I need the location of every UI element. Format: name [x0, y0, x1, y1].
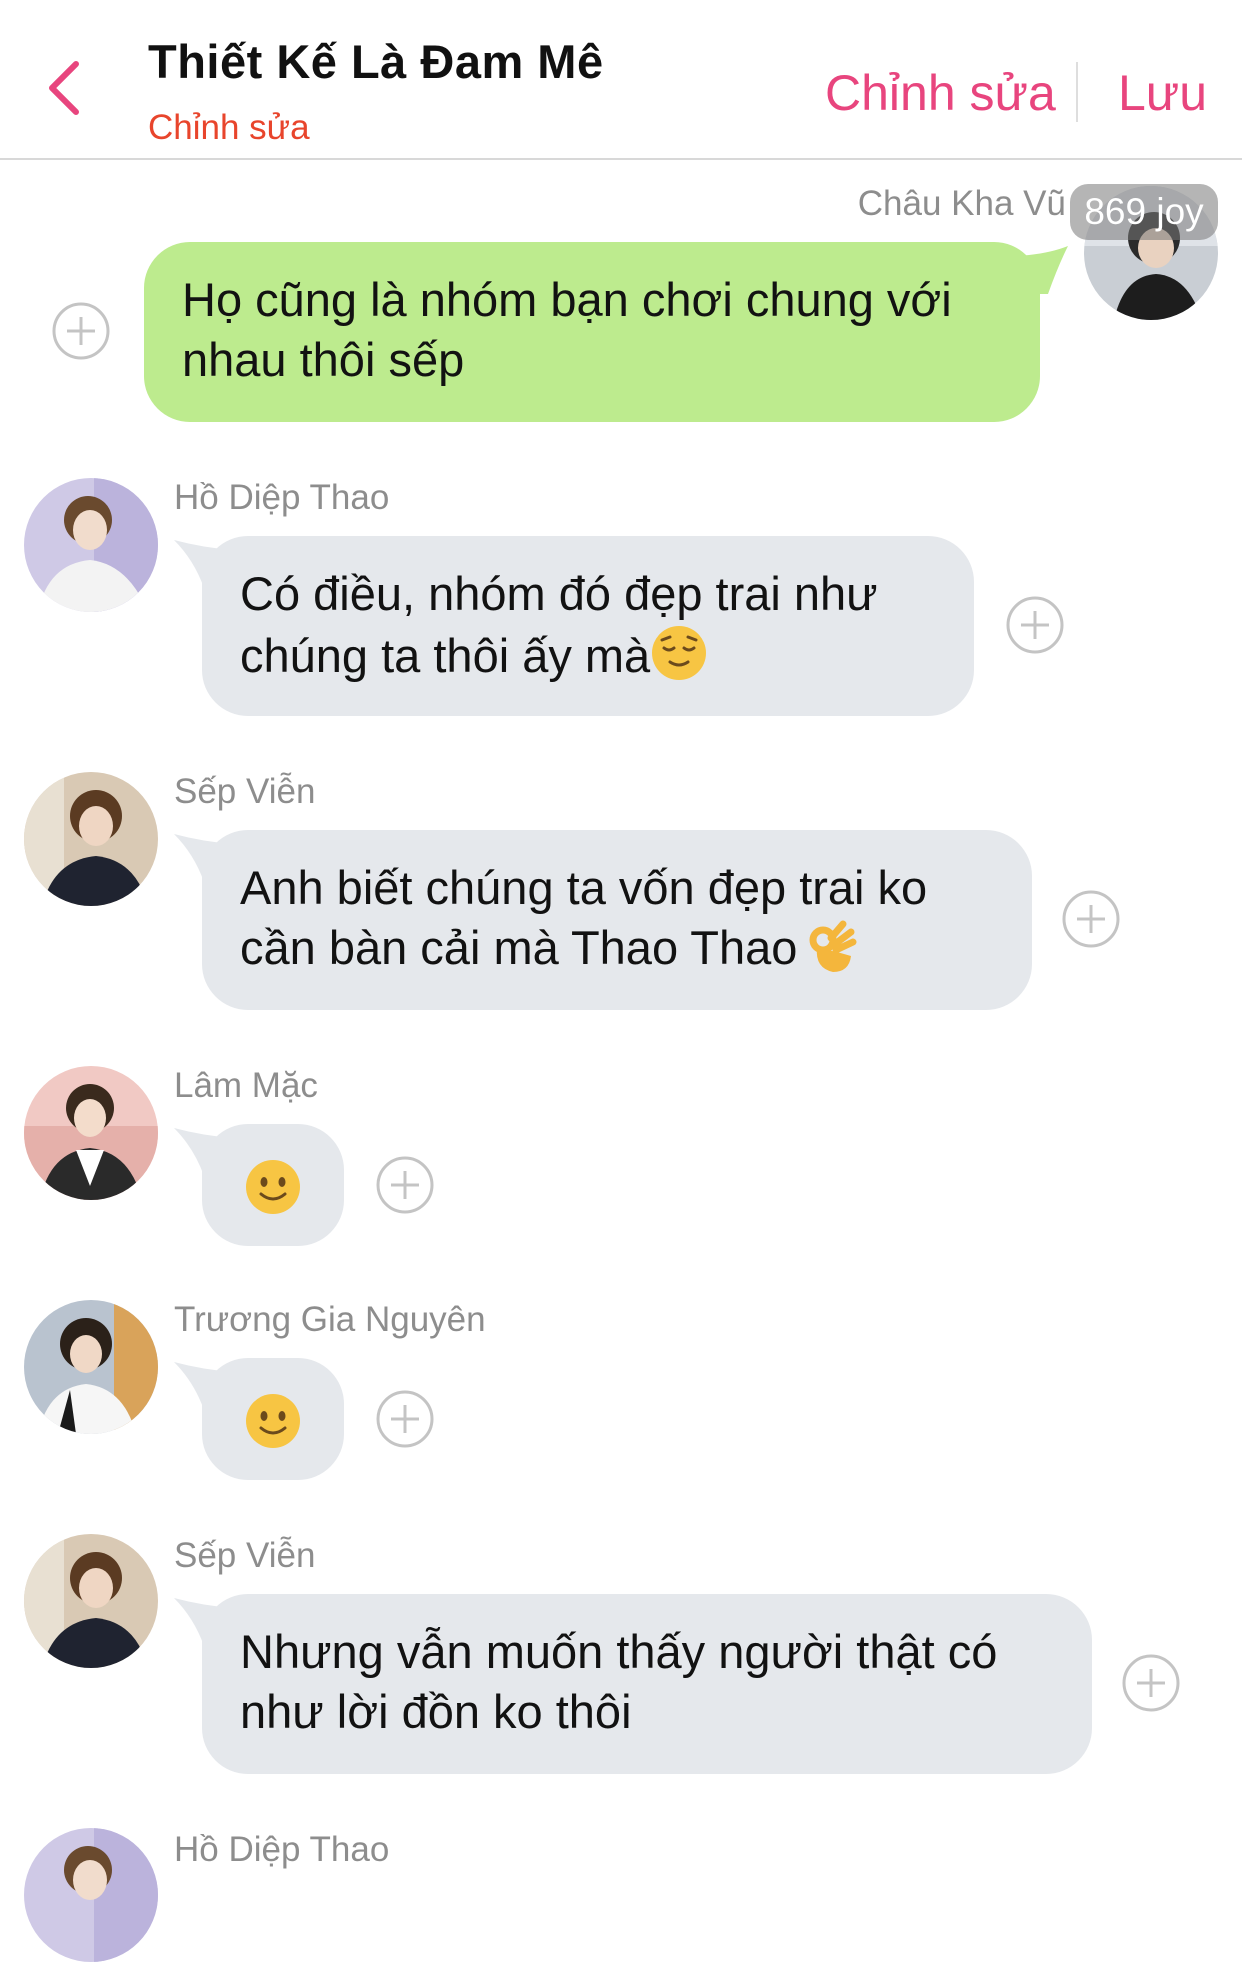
- chat-title: Thiết Kế Là Đam Mê: [148, 35, 604, 88]
- message-bubble[interactable]: Anh biết chúng ta vốn đẹp trai ko cần bà…: [202, 830, 1032, 1010]
- add-reaction-button[interactable]: [1062, 890, 1120, 948]
- message-text: cần bàn cải mà Thao Thao: [240, 921, 798, 974]
- message-bubble[interactable]: [202, 1124, 344, 1246]
- add-reaction-button[interactable]: [52, 302, 110, 360]
- edit-button[interactable]: Chỉnh sửa: [825, 64, 1056, 122]
- message-bubble[interactable]: [202, 1358, 344, 1480]
- sender-name: Hồ Diệp Thao: [174, 478, 390, 517]
- avatar[interactable]: [24, 1534, 158, 1668]
- relieved-face-icon: [650, 624, 708, 682]
- add-reaction-button[interactable]: [376, 1156, 434, 1214]
- header-divider: [1076, 62, 1078, 122]
- add-reaction-button[interactable]: [376, 1390, 434, 1448]
- slightly-smiling-face-icon: [246, 1394, 300, 1448]
- message-bubble[interactable]: Nhưng vẫn muốn thấy người thật có như lờ…: [202, 1594, 1092, 1774]
- sender-name: Hồ Diệp Thao: [174, 1830, 390, 1869]
- slightly-smiling-face-icon: [246, 1160, 300, 1214]
- sender-name: Châu Kha Vũ: [857, 184, 1066, 223]
- sender-name: Sếp Viễn: [174, 772, 316, 811]
- avatar[interactable]: [24, 478, 158, 612]
- chat-subtitle: Chỉnh sửa: [148, 108, 310, 147]
- message-text: Có điều, nhóm đó đẹp trai như: [240, 567, 878, 620]
- sender-name: Lâm Mặc: [174, 1066, 318, 1105]
- watermark-badge: 869 joy: [1070, 184, 1218, 240]
- message-text: chúng ta thôi ấy mà: [240, 629, 651, 682]
- message-text: Nhưng vẫn muốn thấy người thật có: [240, 1625, 998, 1678]
- ok-hand-icon: [803, 918, 861, 976]
- chat-header: Thiết Kế Là Đam Mê Chỉnh sửa Chỉnh sửa L…: [0, 0, 1242, 160]
- message-bubble[interactable]: Họ cũng là nhóm bạn chơi chung với nhau …: [144, 242, 1040, 422]
- avatar[interactable]: [24, 1066, 158, 1200]
- save-button[interactable]: Lưu: [1118, 64, 1207, 122]
- message-bubble[interactable]: Có điều, nhóm đó đẹp trai như chúng ta t…: [202, 536, 974, 716]
- message-text: như lời đồn ko thôi: [240, 1685, 632, 1738]
- sender-name: Trương Gia Nguyên: [174, 1300, 486, 1339]
- bubble-tail: [1018, 246, 1068, 294]
- sender-name: Sếp Viễn: [174, 1536, 316, 1575]
- add-reaction-button[interactable]: [1122, 1654, 1180, 1712]
- avatar[interactable]: [24, 1828, 158, 1962]
- message-text: Họ cũng là nhóm bạn chơi chung với: [182, 273, 952, 326]
- back-chevron-icon[interactable]: [40, 58, 90, 118]
- avatar[interactable]: [24, 1300, 158, 1434]
- avatar[interactable]: [24, 772, 158, 906]
- message-text: nhau thôi sếp: [182, 333, 465, 386]
- add-reaction-button[interactable]: [1006, 596, 1064, 654]
- message-text: Anh biết chúng ta vốn đẹp trai ko: [240, 861, 928, 914]
